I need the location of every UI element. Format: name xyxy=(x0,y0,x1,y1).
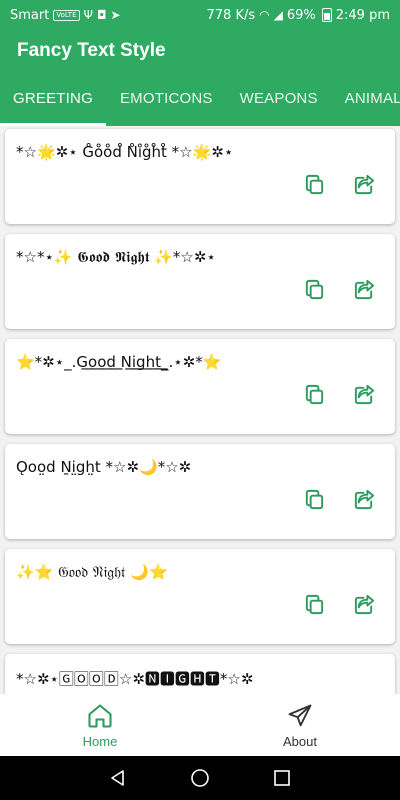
share-icon[interactable] xyxy=(353,593,376,616)
share-icon[interactable] xyxy=(353,278,376,301)
app-bar: Fancy Text Style xyxy=(0,30,400,72)
telegram-icon: ➤ xyxy=(110,8,121,22)
back-icon[interactable] xyxy=(108,768,128,788)
tab-animal[interactable]: ANIMAL xyxy=(345,72,400,126)
home-circle-icon[interactable] xyxy=(190,768,210,788)
carrier-label: Smart xyxy=(10,7,50,23)
copy-icon[interactable] xyxy=(303,593,326,616)
copy-icon[interactable] xyxy=(303,383,326,406)
list-item: *☆*⋆✨ 𝕲𝖔𝖔𝖉 𝕹𝖎𝖌𝖍𝖙 ✨*☆✲⋆ xyxy=(5,234,395,329)
clock: 2:49 pm xyxy=(335,7,390,23)
tab-emoticons[interactable]: EMOTICONS xyxy=(120,72,213,126)
list-item: *☆✲⋆🄶🄾🄾🄳☆✲🅽🅸🅶🅷🆃*☆✲ xyxy=(5,654,395,694)
status-left: Smart VoLTE Ψ ◘ ➤ xyxy=(10,8,121,23)
list-item: *☆🌟✲⋆ G̊o̊o̊d̊ N̊i̊g̊h̊t̊ *☆🌟✲⋆ xyxy=(5,129,395,224)
fancy-text: Ǫoo̤d Ṉi̤g̤h̤t *☆✲🌙*☆✲ xyxy=(16,458,192,476)
fancy-text: ⭐*✲⋆_.G͟o͟o͟d͟ N͟i͟g͟h͟t͟_.⋆✲*⭐ xyxy=(16,353,222,371)
list-item: Ǫoo̤d Ṉi̤g̤h̤t *☆✲🌙*☆✲ xyxy=(5,444,395,539)
share-icon[interactable] xyxy=(353,383,376,406)
status-right: 778 K/s ◠ ◢ 69% 2:49 pm xyxy=(207,8,391,23)
tab-greeting[interactable]: GREETING xyxy=(0,72,106,126)
battery-icon xyxy=(321,8,332,22)
bottom-nav: Home About xyxy=(0,694,400,756)
status-bar: Smart VoLTE Ψ ◘ ➤ 778 K/s ◠ ◢ 69% 2:49 p… xyxy=(0,0,400,30)
copy-icon[interactable] xyxy=(303,488,326,511)
system-nav-bar xyxy=(0,756,400,800)
copy-icon[interactable] xyxy=(303,173,326,196)
tab-bar: GREETING EMOTICONS WEAPONS ANIMAL xyxy=(0,72,400,126)
copy-icon[interactable] xyxy=(303,278,326,301)
card-actions xyxy=(303,173,376,196)
signal-icon: ◢ xyxy=(273,8,283,22)
shield-app-icon: ◘ xyxy=(96,8,107,22)
nav-home-label: Home xyxy=(82,733,118,749)
fancy-text: *☆*⋆✨ 𝕲𝖔𝖔𝖉 𝕹𝖎𝖌𝖍𝖙 ✨*☆✲⋆ xyxy=(16,248,216,266)
card-actions xyxy=(303,383,376,406)
fancy-text: ✨⭐ 𝔊𝔬𝔬𝔡 𝔑𝔦𝔤𝔥𝔱 🌙⭐ xyxy=(16,563,168,581)
volte-icon: VoLTE xyxy=(53,9,80,21)
fancy-text: *☆✲⋆🄶🄾🄾🄳☆✲🅽🅸🅶🅷🆃*☆✲ xyxy=(16,670,254,688)
network-speed: 778 K/s xyxy=(206,7,256,23)
list-item: ✨⭐ 𝔊𝔬𝔬𝔡 𝔑𝔦𝔤𝔥𝔱 🌙⭐ xyxy=(5,549,395,644)
usb-icon: Ψ xyxy=(83,8,93,22)
card-actions xyxy=(303,488,376,511)
wifi-icon: ◠ xyxy=(259,8,270,22)
battery-percent: 69% xyxy=(286,7,316,23)
home-icon xyxy=(88,703,112,728)
fancy-text: *☆🌟✲⋆ G̊o̊o̊d̊ N̊i̊g̊h̊t̊ *☆🌟✲⋆ xyxy=(16,143,234,161)
tab-weapons[interactable]: WEAPONS xyxy=(240,72,318,126)
send-icon xyxy=(288,704,312,726)
share-icon[interactable] xyxy=(353,173,376,196)
share-icon[interactable] xyxy=(353,488,376,511)
nav-about-label: About xyxy=(283,733,317,749)
app-title: Fancy Text Style xyxy=(17,40,166,61)
list-item: ⭐*✲⋆_.G͟o͟o͟d͟ N͟i͟g͟h͟t͟_.⋆✲*⭐ xyxy=(5,339,395,434)
card-actions xyxy=(303,278,376,301)
nav-about[interactable]: About xyxy=(200,694,400,756)
nav-home[interactable]: Home xyxy=(0,694,200,756)
card-actions xyxy=(303,593,376,616)
recents-icon[interactable] xyxy=(272,768,292,788)
fancy-text-list[interactable]: *☆🌟✲⋆ G̊o̊o̊d̊ N̊i̊g̊h̊t̊ *☆🌟✲⋆ *☆*⋆✨ 𝕲𝖔… xyxy=(0,126,400,694)
